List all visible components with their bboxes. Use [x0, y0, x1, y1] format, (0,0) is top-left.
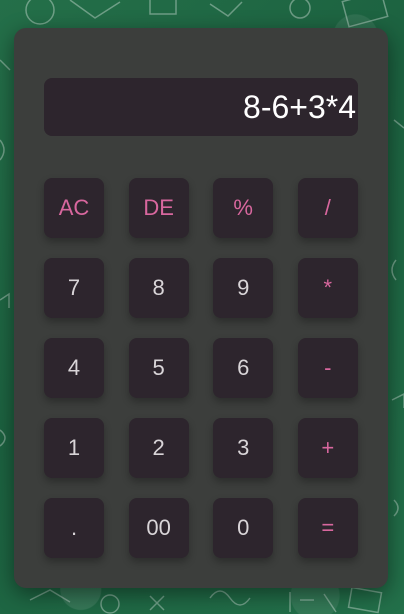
digit-9-button[interactable]: 9 [213, 258, 274, 318]
double-zero-button[interactable]: 00 [128, 498, 189, 558]
digit-3-button[interactable]: 3 [213, 418, 274, 478]
subtract-button[interactable]: - [297, 338, 358, 398]
calculator-panel: 8-6+3*4 AC DE%/7 8 9 * 4 5 6-1 2 3 +. 00 0 = [14, 28, 388, 588]
all-clear-button[interactable]: AC [44, 178, 104, 238]
keypad: AC DE%/7 8 9 * 4 5 6-1 2 3 +. 00 0 = [44, 178, 358, 558]
digit-5-button[interactable]: 5 [128, 338, 189, 398]
digit-2-button[interactable]: 2 [128, 418, 189, 478]
percent-button[interactable]: % [213, 178, 274, 238]
divide-button[interactable]: / [297, 178, 358, 238]
equals-button[interactable]: = [297, 498, 358, 558]
decimal-point-button[interactable]: . [44, 498, 104, 558]
delete-button[interactable]: DE [128, 178, 189, 238]
expression-display: 8-6+3*4 [44, 78, 358, 136]
digit-8-button[interactable]: 8 [128, 258, 189, 318]
digit-1-button[interactable]: 1 [44, 418, 104, 478]
digit-0-button[interactable]: 0 [213, 498, 274, 558]
digit-7-button[interactable]: 7 [44, 258, 104, 318]
digit-4-button[interactable]: 4 [44, 338, 104, 398]
multiply-button[interactable]: * [297, 258, 358, 318]
digit-6-button[interactable]: 6 [213, 338, 274, 398]
add-button[interactable]: + [297, 418, 358, 478]
